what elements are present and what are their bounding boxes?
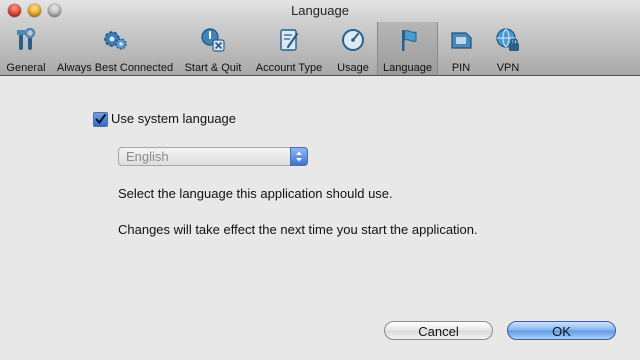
language-description: Select the language this application sho…: [118, 186, 393, 201]
tools-icon: [17, 27, 36, 50]
tab-pin[interactable]: PIN: [443, 22, 479, 75]
flag-icon: [401, 30, 416, 51]
tab-always-best-connected[interactable]: Always Best Connected: [56, 22, 174, 75]
preferences-window: Language General Always Best Connected S…: [0, 0, 640, 360]
tab-start-and-quit[interactable]: Start & Quit: [180, 22, 246, 75]
ok-button[interactable]: OK: [507, 321, 616, 340]
title-bar[interactable]: Language: [0, 0, 640, 22]
tab-usage-label: Usage: [337, 62, 369, 74]
use-system-language-label[interactable]: Use system language: [111, 111, 236, 126]
tab-vpn-label: VPN: [496, 62, 520, 74]
sim-card-icon: [451, 32, 472, 49]
vpn-globe-lock-icon: [496, 28, 519, 51]
language-popup-value: English: [126, 149, 169, 164]
tab-always-best-connected-label: Always Best Connected: [56, 62, 174, 74]
tab-vpn[interactable]: VPN: [488, 22, 528, 75]
window-title: Language: [291, 3, 349, 18]
tab-start-and-quit-label: Start & Quit: [184, 62, 242, 74]
tab-language[interactable]: Language: [377, 22, 438, 75]
checkmark-icon: [95, 114, 106, 125]
tab-general-label: General: [6, 62, 46, 74]
gauge-icon: [342, 29, 364, 51]
tab-language-label: Language: [383, 62, 432, 74]
power-quit-icon: [201, 28, 225, 52]
tab-account-type-label: Account Type: [255, 62, 323, 74]
language-pane: Use system language English Select the l…: [0, 76, 640, 360]
tab-usage[interactable]: Usage: [332, 22, 374, 75]
use-system-language-checkbox[interactable]: [93, 112, 108, 127]
account-document-icon: [280, 29, 299, 51]
cancel-button[interactable]: Cancel: [384, 321, 493, 340]
tab-pin-label: PIN: [451, 62, 471, 74]
preferences-toolbar: General Always Best Connected Start & Qu…: [0, 22, 640, 76]
restart-notice: Changes will take effect the next time y…: [118, 222, 478, 237]
language-popup-menu[interactable]: English: [118, 147, 308, 166]
gears-icon: [104, 31, 127, 50]
popup-arrows-icon: [290, 147, 308, 166]
tab-general[interactable]: General: [2, 22, 50, 75]
tab-account-type[interactable]: Account Type: [252, 22, 326, 75]
